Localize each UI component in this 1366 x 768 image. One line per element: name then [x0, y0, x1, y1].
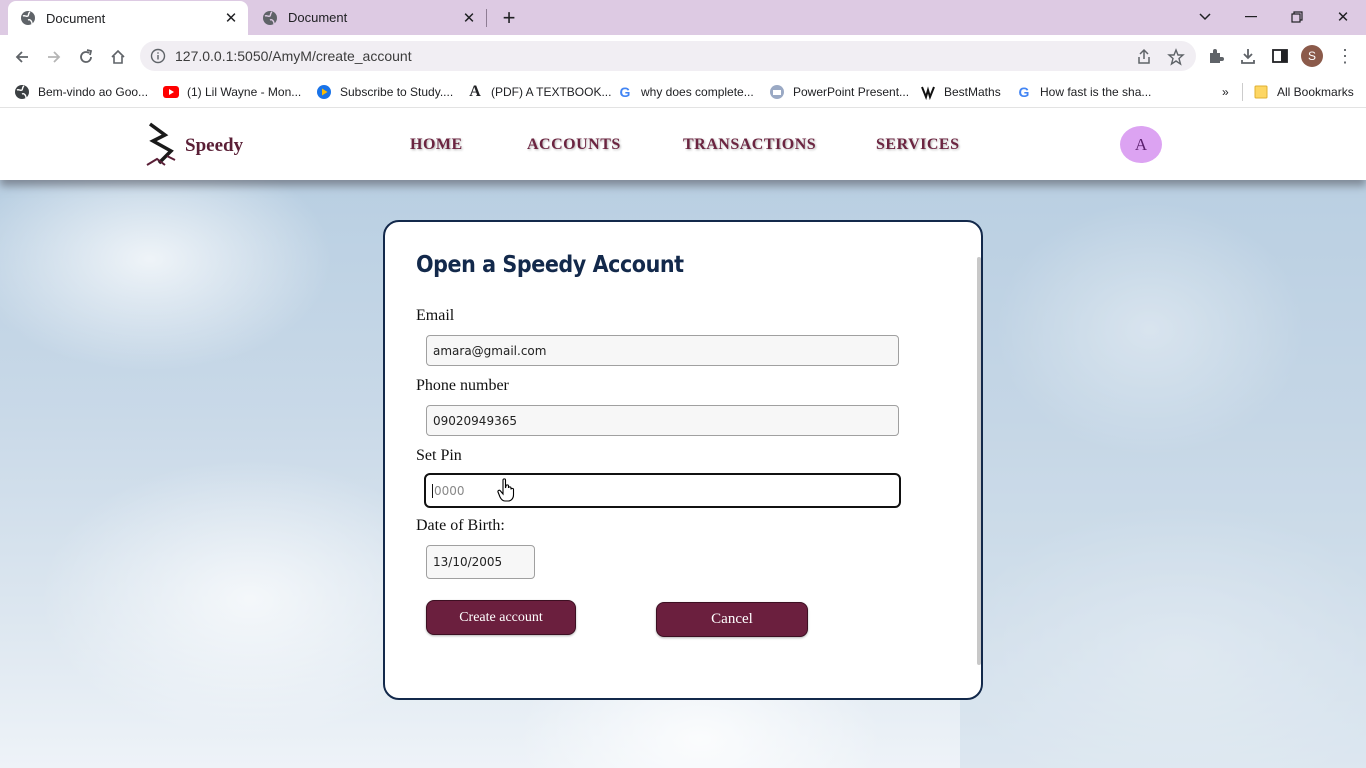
email-label: Email: [416, 307, 455, 324]
tab-document-inactive[interactable]: Document ✕: [250, 0, 486, 35]
email-field[interactable]: amara@gmail.com: [426, 335, 899, 366]
brand-name[interactable]: Speedy: [185, 135, 243, 157]
tab-title: Document: [46, 10, 106, 26]
url-text: 127.0.0.1:5050/AmyM/create_account: [175, 48, 412, 64]
bookmark-label: PowerPoint Present...: [793, 85, 910, 99]
bookmark-label: why does complete...: [641, 85, 754, 99]
side-panel-icon[interactable]: [1270, 46, 1290, 66]
bookmark-label: Bem-vindo ao Goo...: [38, 85, 149, 99]
extensions-icon[interactable]: [1206, 46, 1226, 66]
browser-profile-avatar[interactable]: S: [1301, 45, 1323, 67]
reload-icon[interactable]: [73, 44, 99, 70]
nav-home[interactable]: HOME: [410, 136, 463, 154]
share-icon[interactable]: [1135, 48, 1153, 66]
all-bookmarks-button[interactable]: All Bookmarks: [1242, 83, 1354, 101]
site-navbar: Speedy HOME ACCOUNTS TRANSACTIONS SERVIC…: [0, 109, 1366, 180]
dob-value: 13/10/2005: [433, 555, 503, 569]
bookmark-label: How fast is the sha...: [1040, 85, 1152, 99]
user-avatar[interactable]: A: [1120, 126, 1162, 163]
bookmarks-bar: Bem-vindo ao Goo... (1) Lil Wayne - Mon.…: [0, 77, 1366, 108]
dob-field[interactable]: 13/10/2005: [426, 545, 535, 579]
bookmark-star-icon[interactable]: [1167, 48, 1185, 66]
restore-icon[interactable]: [1282, 4, 1312, 30]
speedy-logo-icon[interactable]: [143, 121, 179, 167]
tab-strip: Document ✕ Document ✕ + ✕: [0, 0, 1366, 35]
all-bookmarks-label: All Bookmarks: [1277, 85, 1354, 99]
pin-field[interactable]: 0000: [424, 473, 901, 508]
home-icon[interactable]: [105, 44, 131, 70]
more-bookmarks-icon[interactable]: »: [1222, 83, 1229, 101]
globe-icon: [20, 10, 36, 26]
close-tab-icon[interactable]: ✕: [460, 9, 478, 27]
close-tab-icon[interactable]: ✕: [222, 9, 240, 27]
nav-accounts[interactable]: ACCOUNTS: [527, 136, 621, 154]
bookmark-label: BestMaths: [944, 85, 1001, 99]
folder-icon: [1253, 84, 1269, 100]
nav-transactions[interactable]: TRANSACTIONS: [683, 136, 816, 154]
create-account-card: Open a Speedy Account Email amara@gmail.…: [383, 220, 983, 700]
pin-label: Set Pin: [416, 447, 462, 464]
phone-field[interactable]: 09020949365: [426, 405, 899, 436]
bookmark-item[interactable]: PowerPoint Present...: [769, 83, 909, 101]
email-value: amara@gmail.com: [433, 343, 547, 358]
bookmark-label: (PDF) A TEXTBOOK...: [491, 85, 612, 99]
tab-search-icon[interactable]: [1190, 4, 1220, 30]
site-info-icon[interactable]: [150, 48, 166, 64]
cloud-background-right: [960, 179, 1366, 768]
bookmark-label: (1) Lil Wayne - Mon...: [187, 85, 302, 99]
address-bar[interactable]: 127.0.0.1:5050/AmyM/create_account: [140, 41, 1196, 71]
tab-divider: [486, 9, 487, 27]
tab-document-active[interactable]: Document ✕: [8, 1, 248, 35]
slides-icon: [769, 84, 785, 100]
bookmark-item[interactable]: A (PDF) A TEXTBOOK...: [467, 83, 611, 101]
google-icon: G: [619, 84, 631, 100]
back-icon[interactable]: [9, 44, 35, 70]
dob-label: Date of Birth:: [416, 517, 505, 534]
bookmark-item[interactable]: BestMaths: [920, 83, 1001, 101]
forward-icon[interactable]: [41, 44, 67, 70]
bookmark-item[interactable]: (1) Lil Wayne - Mon...: [163, 83, 301, 101]
text-caret: [432, 483, 433, 498]
bookmark-label: Subscribe to Study....: [340, 85, 454, 99]
nav-services[interactable]: SERVICES: [876, 136, 959, 154]
download-icon[interactable]: [1238, 46, 1258, 66]
google-icon: G: [1018, 84, 1030, 100]
youtube-icon: [163, 84, 179, 100]
globe-icon: [14, 84, 30, 100]
bookmark-item[interactable]: Subscribe to Study....: [316, 83, 453, 101]
phone-value: 09020949365: [433, 413, 517, 428]
bookmark-item[interactable]: Bem-vindo ao Goo...: [14, 83, 148, 101]
create-account-button[interactable]: Create account: [426, 600, 576, 635]
cancel-button[interactable]: Cancel: [656, 602, 808, 637]
phone-label: Phone number: [416, 377, 509, 394]
card-scrollbar[interactable]: [977, 257, 981, 665]
academia-icon: A: [469, 83, 481, 100]
play-icon: [316, 84, 332, 100]
browser-menu-icon[interactable]: ⋮: [1336, 46, 1354, 66]
bookmark-item[interactable]: G How fast is the sha...: [1016, 83, 1152, 101]
hand-cursor-icon: [497, 478, 515, 502]
form-title: Open a Speedy Account: [416, 252, 684, 278]
tab-title: Document: [288, 10, 348, 25]
bestmaths-icon: [920, 84, 936, 100]
new-tab-icon[interactable]: +: [498, 5, 520, 30]
close-window-icon[interactable]: ✕: [1328, 4, 1358, 30]
globe-icon: [262, 10, 278, 26]
minimize-icon[interactable]: [1236, 4, 1266, 30]
bookmark-item[interactable]: G why does complete...: [617, 83, 754, 101]
page-viewport: Speedy HOME ACCOUNTS TRANSACTIONS SERVIC…: [0, 109, 1366, 768]
pin-placeholder: 0000: [434, 483, 465, 498]
